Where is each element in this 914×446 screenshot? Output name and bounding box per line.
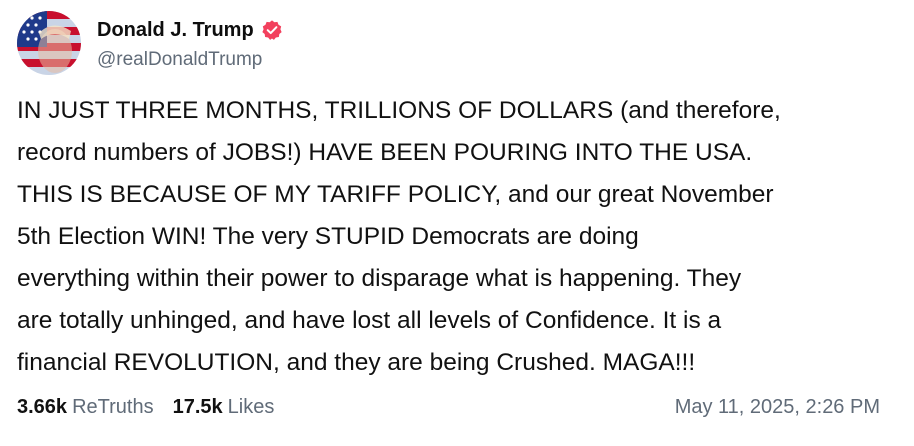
likes-label: Likes	[227, 396, 275, 418]
retruths-count: 3.66k	[17, 396, 68, 418]
retruths-label: ReTruths	[72, 396, 154, 418]
name-row: Donald J. Trump	[97, 15, 283, 45]
post-stats: 3.66k ReTruths 17.5k Likes	[17, 396, 293, 419]
avatar-image	[17, 11, 81, 75]
author-identity: Donald J. Trump @realDonaldTrump	[97, 15, 283, 71]
retruths-stat[interactable]: 3.66k ReTruths	[17, 396, 154, 419]
post-body: IN JUST THREE MONTHS, TRILLIONS OF DOLLA…	[17, 97, 781, 376]
post-card: Donald J. Trump @realDonaldTrump IN JUST…	[0, 0, 914, 446]
author-handle[interactable]: @realDonaldTrump	[97, 49, 283, 71]
likes-stat[interactable]: 17.5k Likes	[173, 396, 275, 419]
post-header: Donald J. Trump @realDonaldTrump	[17, 11, 283, 75]
post-timestamp[interactable]: May 11, 2025, 2:26 PM	[675, 396, 880, 419]
display-name[interactable]: Donald J. Trump	[97, 19, 254, 42]
avatar[interactable]	[17, 11, 81, 75]
likes-count: 17.5k	[172, 396, 223, 418]
post-footer: 3.66k ReTruths 17.5k Likes May 11, 2025,…	[17, 396, 880, 419]
verified-badge-icon	[262, 20, 282, 40]
